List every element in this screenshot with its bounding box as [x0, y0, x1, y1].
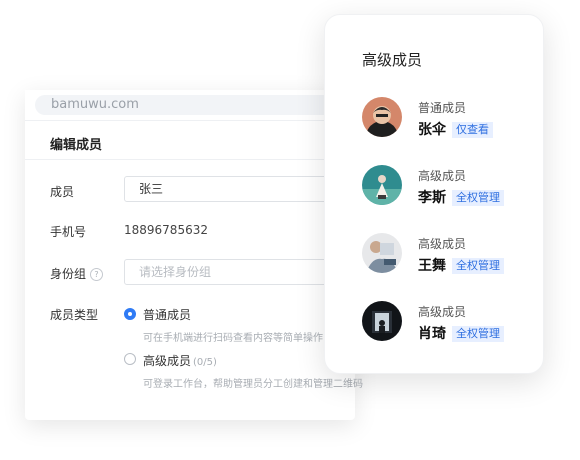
permission-badge: 全权管理	[452, 326, 504, 342]
browser-bar: bamuwu.com	[25, 90, 355, 121]
member-role: 高级成员	[418, 237, 467, 251]
avatar	[362, 301, 402, 341]
radio-senior-member[interactable]	[124, 353, 136, 365]
senior-member-hint: 可登录工作台，帮助管理员分工创建和管理二维码	[143, 379, 363, 390]
radio-normal-member[interactable]	[124, 308, 136, 320]
permission-badge: 全权管理	[452, 258, 504, 274]
list-item[interactable]: 高级成员 肖琦 全权管理	[362, 301, 532, 345]
list-item[interactable]: 普通成员 张伞 仅查看	[362, 97, 532, 141]
divider	[25, 159, 355, 160]
phone-value: 18896785632	[124, 223, 208, 237]
url-field[interactable]: bamuwu.com	[35, 95, 335, 115]
member-role: 普通成员	[418, 101, 467, 115]
member-name-text: 李斯	[418, 190, 446, 206]
edit-member-window: bamuwu.com 编辑成员 成员 张三 手机号 18896785632 身份…	[25, 90, 363, 420]
normal-member-text: 普通成员	[143, 308, 192, 322]
member-name: 李斯 全权管理	[418, 187, 504, 207]
member-role: 高级成员	[418, 305, 467, 319]
member-input[interactable]: 张三	[124, 176, 344, 202]
list-item[interactable]: 高级成员 李斯 全权管理	[362, 165, 532, 209]
list-item[interactable]: 高级成员 王舞 全权管理	[362, 233, 532, 277]
senior-count: (0/5)	[193, 357, 217, 368]
member-name: 张伞 仅查看	[418, 119, 493, 139]
permission-badge: 全权管理	[452, 190, 504, 206]
member-name-text: 肖琦	[418, 326, 446, 342]
group-select[interactable]: 请选择身份组	[124, 259, 344, 285]
phone-label: 手机号	[50, 225, 87, 239]
radio-normal-label[interactable]: 普通成员	[143, 306, 191, 323]
permission-badge: 仅查看	[452, 122, 493, 138]
member-name-text: 张伞	[418, 122, 446, 138]
page-title: 编辑成员	[50, 138, 103, 153]
avatar	[362, 233, 402, 273]
question-circle-icon[interactable]: ?	[90, 268, 104, 281]
senior-member-text: 高级成员	[143, 354, 192, 368]
member-role: 高级成员	[418, 169, 467, 183]
member-type-label: 成员类型	[50, 308, 99, 322]
avatar	[362, 165, 402, 205]
member-name: 王舞 全权管理	[418, 255, 504, 275]
radio-senior-label[interactable]: 高级成员 (0/5)	[143, 352, 217, 369]
panel-title: 高级成员	[362, 51, 423, 69]
normal-member-hint: 可在手机端进行扫码查看内容等简单操作	[143, 333, 323, 344]
senior-members-panel: 高级成员 普通成员 张伞 仅查看 高级成员 李斯 全权管理 高级成员 王舞 全权…	[324, 14, 544, 374]
group-label-text: 身份组	[50, 267, 87, 281]
member-label: 成员	[50, 185, 75, 199]
member-name-text: 王舞	[418, 258, 446, 274]
avatar	[362, 97, 402, 137]
group-label: 身份组?	[50, 265, 104, 282]
member-name: 肖琦 全权管理	[418, 323, 504, 343]
